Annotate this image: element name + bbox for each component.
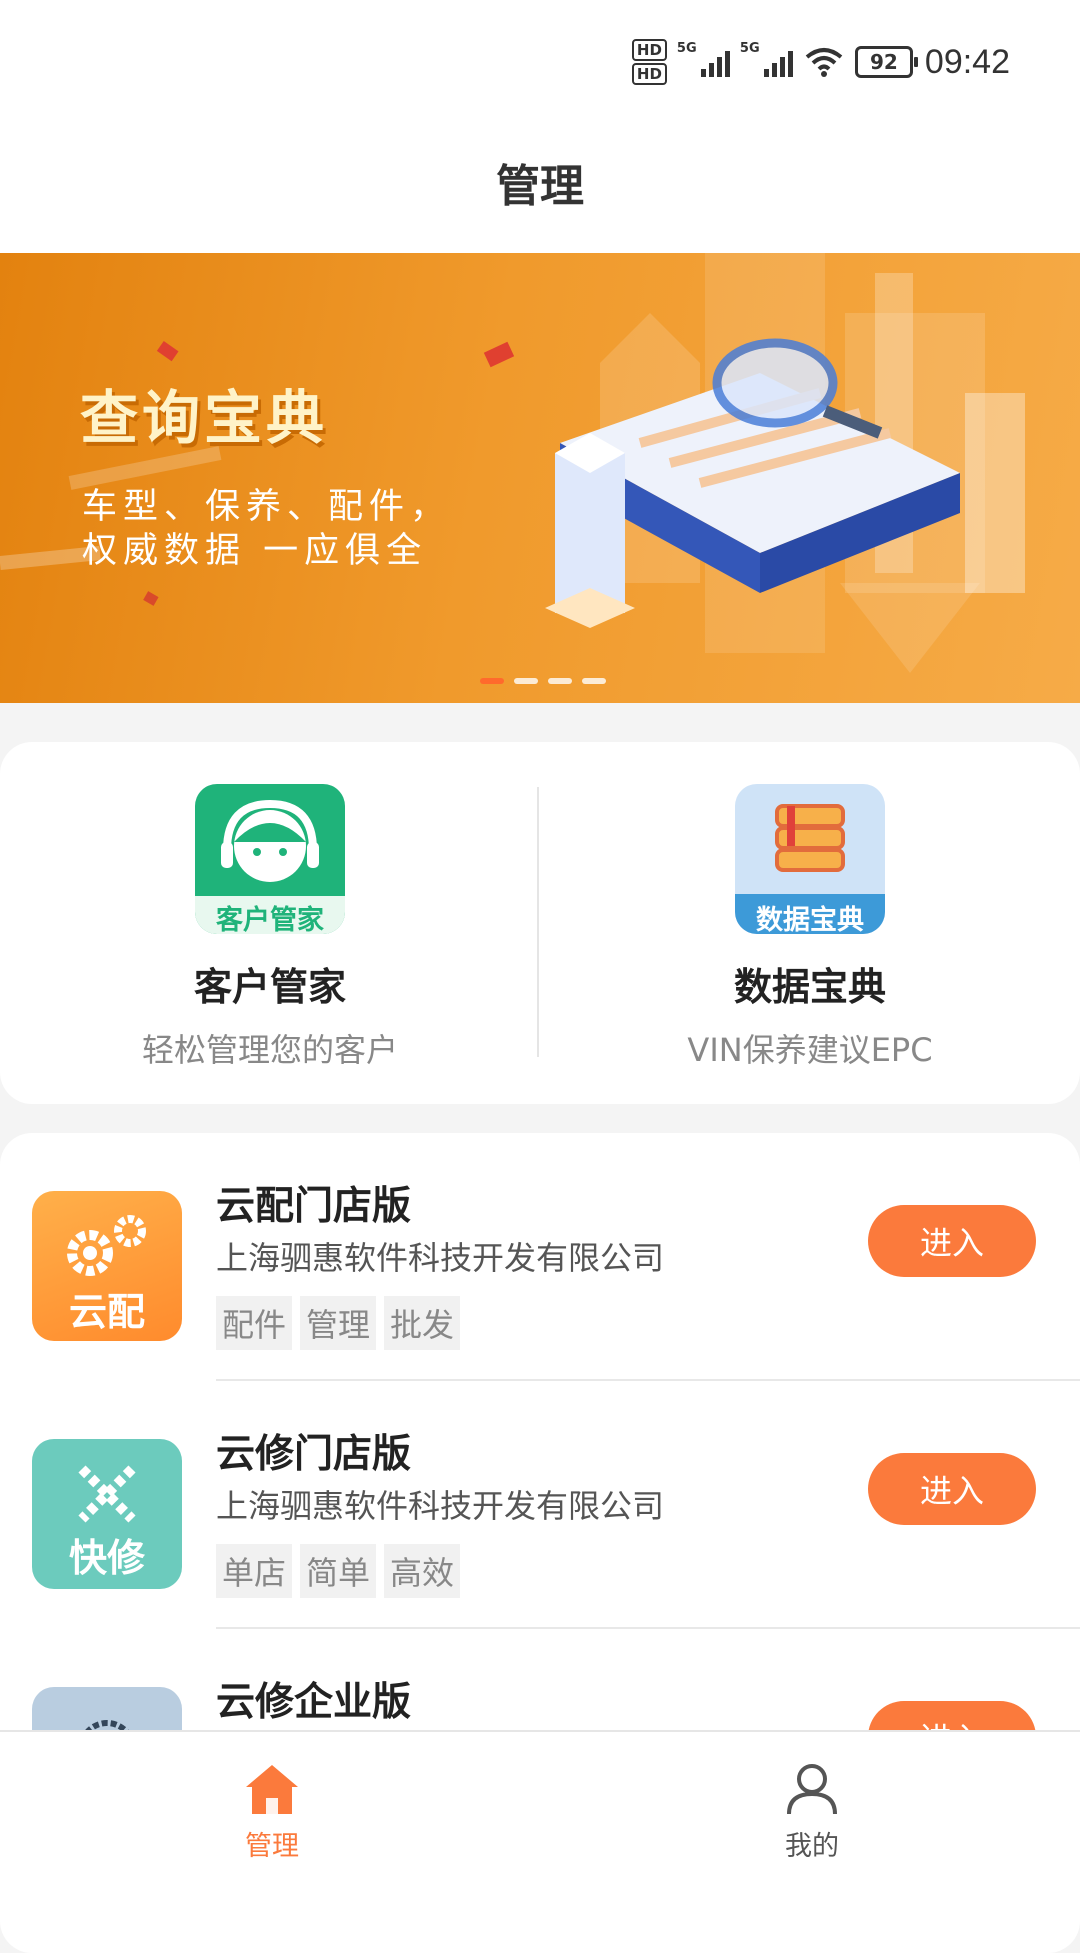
gears-icon: 云配 [32, 1191, 182, 1341]
books-icon: 数据宝典 [735, 784, 885, 934]
banner-illustration [0, 253, 1025, 673]
status-time: 09:42 [924, 42, 1010, 81]
page-title: 管理 [496, 160, 584, 212]
wifi-icon [805, 48, 843, 77]
enter-button[interactable]: 进入 [868, 1205, 1036, 1277]
list-item: 快修 云修门店版 上海驷惠软件科技开发有限公司 单店 简单 高效 进入 [0, 1381, 1080, 1629]
carousel-indicator[interactable] [480, 678, 606, 684]
divider [537, 787, 539, 1057]
enter-button[interactable]: 进入 [868, 1453, 1036, 1525]
tag: 批发 [384, 1296, 461, 1350]
app-company: 上海驷惠软件科技开发有限公司 [216, 1487, 665, 1525]
nav-bar: 管理 [0, 120, 1080, 253]
quick-app-customer-manager[interactable]: 客户管家 客户管家 轻松管理您的客户 [0, 784, 540, 1071]
quick-app-desc: VIN保养建议EPC [687, 1031, 933, 1069]
battery-icon: 92 [854, 46, 918, 78]
tag: 配件 [216, 1296, 293, 1350]
carousel-dot[interactable] [514, 678, 538, 684]
quick-app-name: 数据宝典 [733, 965, 886, 1009]
quick-app-name: 客户管家 [193, 965, 346, 1009]
carousel-dot[interactable] [548, 678, 572, 684]
signal-icon: 5G [740, 41, 793, 77]
app-company: 上海驷惠软件科技开发有限公司 [216, 1239, 665, 1277]
tab-label: 我的 [785, 1831, 839, 1862]
app-title: 云修门店版 [216, 1432, 412, 1477]
quick-apps-card: 客户管家 客户管家 轻松管理您的客户 数据宝典 数据宝典 VIN保养建议EPC [0, 742, 1080, 1104]
carousel-dot[interactable] [480, 678, 504, 684]
status-bar: HD HD 5G 5G 92 09:42 [0, 0, 1080, 120]
app-title: 云配门店版 [216, 1184, 412, 1229]
tab-label: 管理 [245, 1831, 299, 1862]
carousel-dot[interactable] [582, 678, 606, 684]
app-title: 云修企业版 [216, 1680, 412, 1725]
banner-subtitle: 车型、保养、配件， 权威数据 一应俱全 [82, 487, 452, 571]
bottom-tab-bar: 管理 我的 [0, 1730, 1080, 1922]
status-icons: HD HD 5G 5G 92 09:42 [631, 38, 1010, 86]
tag: 单店 [216, 1544, 293, 1598]
headset-icon: 客户管家 [195, 784, 345, 934]
tab-manage[interactable]: 管理 [172, 1762, 372, 1863]
home-icon [246, 1765, 298, 1814]
signal-icon: 5G [677, 41, 730, 77]
wrench-icon: 快修 [32, 1439, 182, 1589]
tag: 管理 [300, 1296, 377, 1350]
promo-banner[interactable]: 查询宝典 车型、保养、配件， 权威数据 一应俱全 [0, 253, 1080, 703]
tab-mine[interactable]: 我的 [712, 1762, 912, 1863]
quick-app-desc: 轻松管理您的客户 [141, 1031, 398, 1069]
banner-title: 查询宝典 [80, 384, 329, 452]
tag: 高效 [384, 1544, 461, 1598]
quick-app-data-manual[interactable]: 数据宝典 数据宝典 VIN保养建议EPC [540, 784, 1080, 1071]
tag: 简单 [300, 1544, 377, 1598]
app-tags: 单店 简单 高效 [216, 1544, 461, 1598]
user-icon [787, 1764, 837, 1815]
hd-icon: HD HD [631, 38, 667, 86]
list-item: 云配 云配门店版 上海驷惠软件科技开发有限公司 配件 管理 批发 进入 [0, 1133, 1080, 1381]
app-tags: 配件 管理 批发 [216, 1296, 461, 1350]
